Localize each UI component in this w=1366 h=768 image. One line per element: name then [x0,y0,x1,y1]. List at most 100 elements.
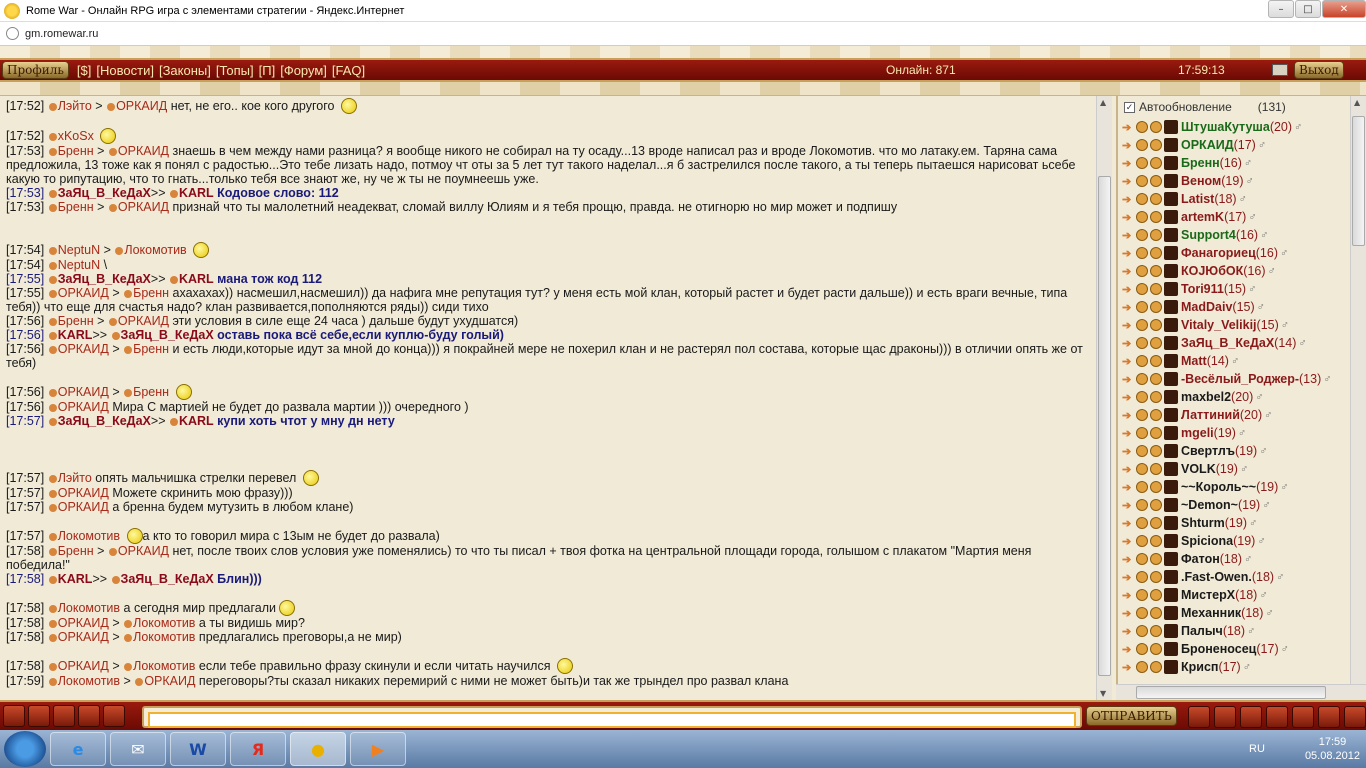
user-hscroll-thumb[interactable] [1136,686,1326,699]
clan-icon[interactable] [1164,534,1178,548]
user-name[interactable]: Бренн [1181,156,1220,170]
clan-icon[interactable] [1164,606,1178,620]
ie-icon[interactable]: e [50,732,106,766]
user-name[interactable]: MadDaiv [1181,300,1232,314]
user-name[interactable]: -Весёлый_Роджер- [1181,372,1299,386]
user-name[interactable]: Фанагориец [1181,246,1256,260]
private-arrow-icon[interactable]: ➔ [1122,121,1136,134]
user-row[interactable]: ➔ МистерХ (18) ♂ [1118,586,1350,604]
scales-icon[interactable] [28,705,50,727]
clan-icon[interactable] [1164,318,1178,332]
map-icon[interactable] [3,705,25,727]
user-name[interactable]: ШтушаКутуша [1181,120,1270,134]
user-name[interactable]: ~~Король~~ [1181,480,1256,494]
nav-link-p[interactable]: [П] [259,63,276,78]
user-name[interactable]: Matt [1181,354,1207,368]
clan-icon[interactable] [1164,390,1178,404]
private-arrow-icon[interactable]: ➔ [1122,445,1136,458]
target-icon[interactable] [1318,706,1340,728]
private-arrow-icon[interactable]: ➔ [1122,373,1136,386]
user-name[interactable]: Tori911 [1181,282,1224,296]
user-row[interactable]: ➔ Фатон (18) ♂ [1118,550,1350,568]
clan-icon[interactable] [1164,372,1178,386]
clan-icon[interactable] [1164,444,1178,458]
private-arrow-icon[interactable]: ➔ [1122,391,1136,404]
settings-icon[interactable] [1240,706,1262,728]
scroll-up-icon[interactable]: ▲ [1354,98,1360,107]
user-row[interactable]: ➔ Броненосец (17) ♂ [1118,640,1350,658]
user-row[interactable]: ➔ .Fast-Owen. (18) ♂ [1118,568,1350,586]
private-arrow-icon[interactable]: ➔ [1122,535,1136,548]
user-name[interactable]: artemK [1181,210,1224,224]
clan-icon[interactable] [1164,246,1178,260]
browser-icon[interactable]: ● [290,732,346,766]
user-row[interactable]: ➔ Крисп (17) ♂ [1118,658,1350,676]
user-row[interactable]: ➔ Latist (18) ♂ [1118,190,1350,208]
clan-icon[interactable] [1164,300,1178,314]
nav-link-laws[interactable]: [Законы] [159,63,211,78]
language-indicator[interactable]: RU [1249,743,1265,755]
clan-icon[interactable] [1164,516,1178,530]
private-arrow-icon[interactable]: ➔ [1122,463,1136,476]
power-icon[interactable] [1344,706,1366,728]
mail-icon[interactable] [1272,64,1288,76]
nav-link-forum[interactable]: [Форум] [280,63,327,78]
user-name[interactable]: VOLK [1181,462,1216,476]
user-name[interactable]: Spiciona [1181,534,1233,548]
user-name[interactable]: Latist [1181,192,1214,206]
scroll-up-icon[interactable]: ▲ [1100,98,1106,107]
private-arrow-icon[interactable]: ➔ [1122,139,1136,152]
private-arrow-icon[interactable]: ➔ [1122,283,1136,296]
user-name[interactable]: Веном [1181,174,1221,188]
mail-app-icon[interactable]: ✉ [110,732,166,766]
url-text[interactable]: gm.romewar.ru [25,28,98,40]
user-row[interactable]: ➔ Shturm (19) ♂ [1118,514,1350,532]
chat-input[interactable] [148,712,1076,728]
clan-icon[interactable] [1164,480,1178,494]
user-list-scrollbar[interactable]: ▲ [1350,96,1366,684]
user-row[interactable]: ➔ ЗаЯц_В_КеДаХ (14) ♂ [1118,334,1350,352]
helmet-icon[interactable] [103,705,125,727]
user-name[interactable]: Крисп [1181,660,1218,674]
profile-button[interactable]: Профиль [2,61,69,79]
chat-bubble-icon[interactable] [1214,706,1236,728]
media-player-icon[interactable]: ▶ [350,732,406,766]
sword-icon[interactable] [78,705,100,727]
private-arrow-icon[interactable]: ➔ [1122,355,1136,368]
user-name[interactable]: ОРКАИД [1181,138,1234,152]
private-arrow-icon[interactable]: ➔ [1122,193,1136,206]
user-row[interactable]: ➔ ~~Король~~ (19) ♂ [1118,478,1350,496]
private-arrow-icon[interactable]: ➔ [1122,301,1136,314]
clan-icon[interactable] [1164,156,1178,170]
clan-icon[interactable] [1164,264,1178,278]
nav-link-money[interactable]: [$] [77,63,91,78]
private-arrow-icon[interactable]: ➔ [1122,157,1136,170]
clan-icon[interactable] [1164,282,1178,296]
private-arrow-icon[interactable]: ➔ [1122,229,1136,242]
user-name[interactable]: .Fast-Owen. [1181,570,1252,584]
private-arrow-icon[interactable]: ➔ [1122,211,1136,224]
user-name[interactable]: ~Demon~ [1181,498,1238,512]
clan-icon[interactable] [1164,228,1178,242]
private-arrow-icon[interactable]: ➔ [1122,481,1136,494]
private-arrow-icon[interactable]: ➔ [1122,337,1136,350]
user-name[interactable]: КОЈЮбОК [1181,264,1243,278]
close-button[interactable]: ✕ [1322,0,1366,18]
user-row[interactable]: ➔ MadDaiv (15) ♂ [1118,298,1350,316]
clan-icon[interactable] [1164,588,1178,602]
user-name[interactable]: Support4 [1181,228,1236,242]
maximize-button[interactable]: □ [1295,0,1321,18]
user-row[interactable]: ➔ Механник (18) ♂ [1118,604,1350,622]
private-arrow-icon[interactable]: ➔ [1122,607,1136,620]
user-row[interactable]: ➔ ОРКАИД (17) ♂ [1118,136,1350,154]
clan-icon[interactable] [1164,660,1178,674]
private-arrow-icon[interactable]: ➔ [1122,319,1136,332]
user-name[interactable]: maxbel2 [1181,390,1231,404]
private-arrow-icon[interactable]: ➔ [1122,643,1136,656]
user-row[interactable]: ➔ Vitaly_Velikij (15) ♂ [1118,316,1350,334]
user-name[interactable]: mgeli [1181,426,1214,440]
user-row[interactable]: ➔ Свертлъ (19) ♂ [1118,442,1350,460]
user-name[interactable]: Vitaly_Velikij [1181,318,1257,332]
clan-icon[interactable] [1164,462,1178,476]
send-button[interactable]: ОТПРАВИТЬ [1086,706,1177,726]
